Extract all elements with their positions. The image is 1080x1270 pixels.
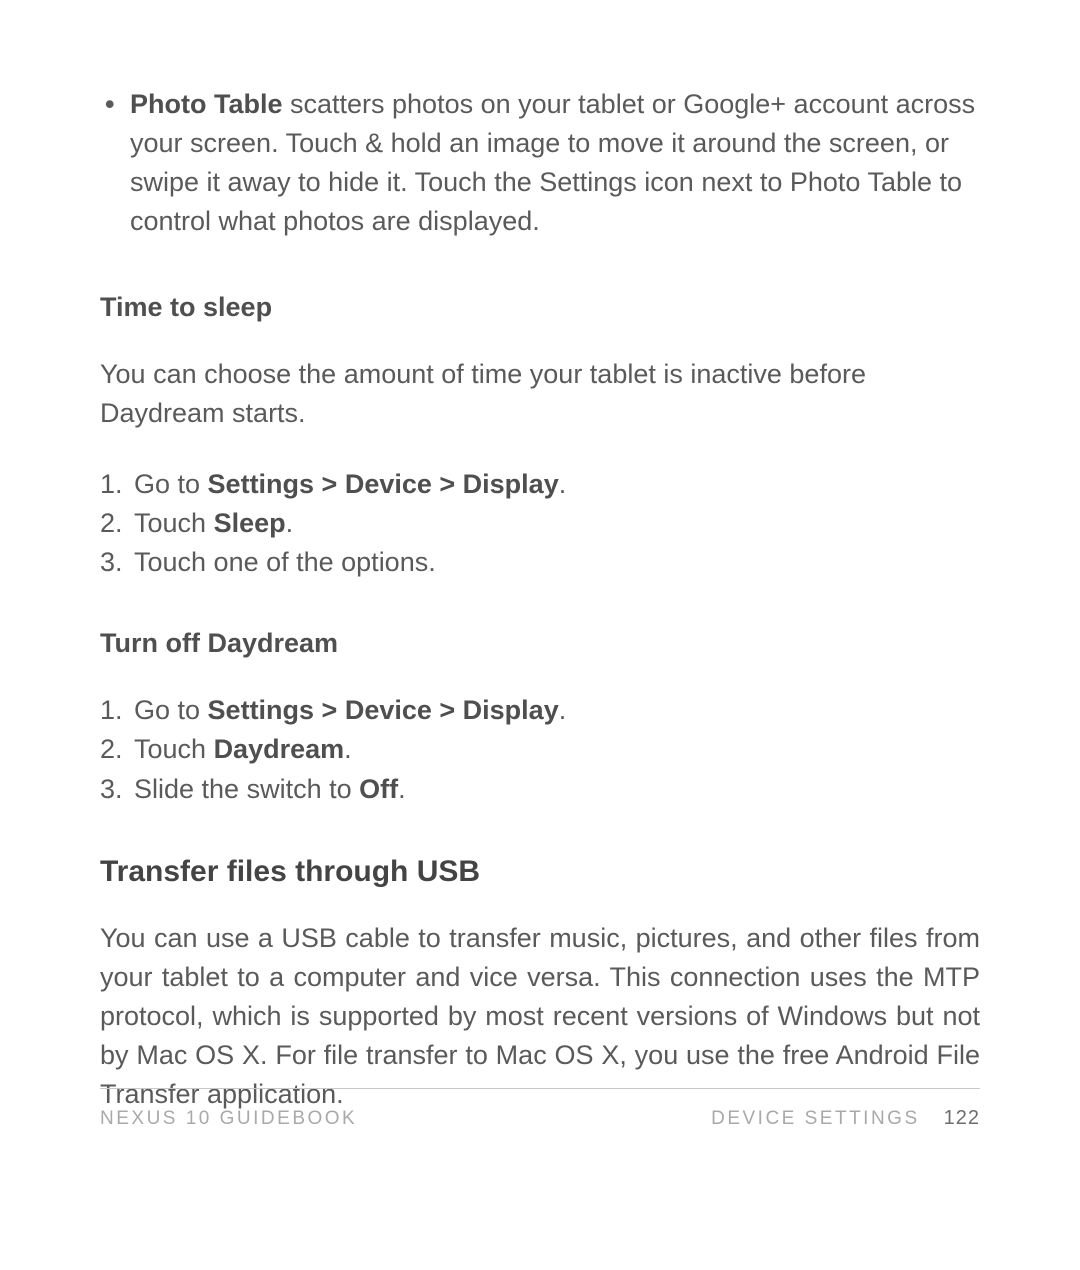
- step-item: Touch one of the options.: [100, 543, 980, 582]
- step-item: Touch Sleep.: [100, 504, 980, 543]
- step-item: Slide the switch to Off.: [100, 770, 980, 809]
- footer-right: DEVICE SETTINGS 122: [711, 1107, 980, 1130]
- step-bold: Settings > Device > Display: [208, 695, 559, 725]
- step-pre: Touch: [134, 508, 214, 538]
- step-pre: Go to: [134, 469, 208, 499]
- step-bold: Sleep: [214, 508, 286, 538]
- photo-table-lead: Photo Table: [130, 89, 283, 119]
- step-pre: Touch one of the options.: [134, 547, 436, 577]
- step-post: .: [559, 469, 567, 499]
- step-pre: Slide the switch to: [134, 774, 359, 804]
- step-bold: Off: [359, 774, 398, 804]
- step-item: Touch Daydream.: [100, 730, 980, 769]
- transfer-usb-heading: Transfer files through USB: [100, 855, 980, 889]
- step-post: .: [398, 774, 406, 804]
- bullet-dot-icon: •: [105, 85, 114, 124]
- step-bold: Settings > Device > Display: [208, 469, 559, 499]
- turn-off-daydream-heading: Turn off Daydream: [100, 628, 980, 659]
- turn-off-daydream-steps: Go to Settings > Device > Display. Touch…: [100, 691, 980, 808]
- photo-table-bullet: • Photo Table scatters photos on your ta…: [100, 85, 980, 242]
- step-item: Go to Settings > Device > Display.: [100, 691, 980, 730]
- time-to-sleep-heading: Time to sleep: [100, 292, 980, 323]
- step-pre: Go to: [134, 695, 208, 725]
- photo-table-bullet-list: • Photo Table scatters photos on your ta…: [100, 85, 980, 242]
- step-bold: Daydream: [214, 734, 345, 764]
- footer-left: NEXUS 10 GUIDEBOOK: [100, 1108, 357, 1130]
- step-post: .: [344, 734, 352, 764]
- step-pre: Touch: [134, 734, 214, 764]
- time-to-sleep-intro: You can choose the amount of time your t…: [100, 355, 980, 433]
- step-item: Go to Settings > Device > Display.: [100, 465, 980, 504]
- footer-page-number: 122: [944, 1107, 980, 1130]
- time-to-sleep-steps: Go to Settings > Device > Display. Touch…: [100, 465, 980, 582]
- step-post: .: [286, 508, 294, 538]
- footer-section: DEVICE SETTINGS: [711, 1108, 920, 1130]
- document-page: • Photo Table scatters photos on your ta…: [0, 0, 1080, 1270]
- step-post: .: [559, 695, 567, 725]
- transfer-usb-body: You can use a USB cable to transfer musi…: [100, 919, 980, 1115]
- page-footer: NEXUS 10 GUIDEBOOK DEVICE SETTINGS 122: [100, 1088, 980, 1130]
